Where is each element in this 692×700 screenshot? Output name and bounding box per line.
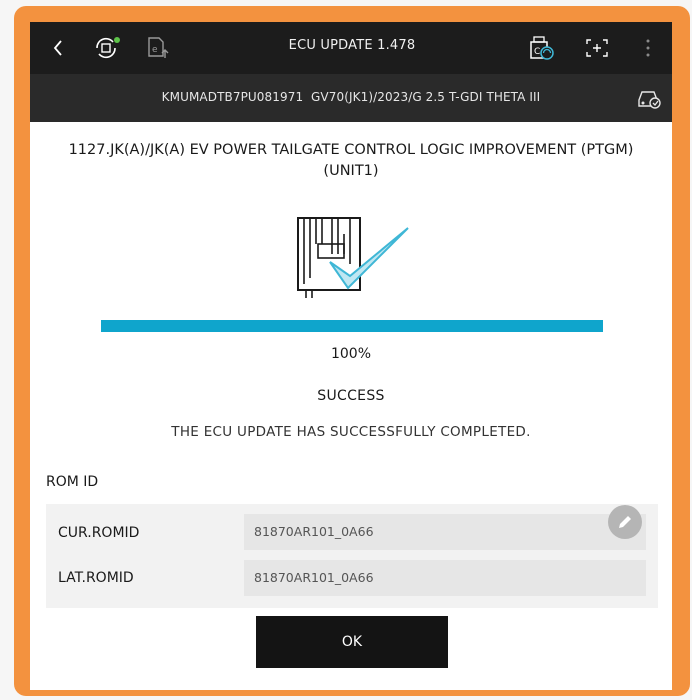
rom-id-heading: ROM ID bbox=[46, 474, 99, 490]
cur-romid-value: 81870AR101_0A66 bbox=[244, 514, 646, 550]
progress-fill bbox=[101, 320, 603, 332]
edit-icon[interactable] bbox=[608, 505, 642, 539]
ecu-update-title: 1127.JK(A)/JK(A) EV POWER TAILGATE CONTR… bbox=[68, 142, 634, 179]
vehicle-status-icon[interactable] bbox=[636, 86, 662, 114]
vci-connection-icon[interactable]: C bbox=[524, 36, 558, 60]
app-screen: e ECU UPDATE 1.478 C KMUMADTB7PU081971 G… bbox=[30, 22, 672, 690]
status-message: THE ECU UPDATE HAS SUCCESSFULLY COMPLETE… bbox=[171, 424, 531, 440]
vehicle-info-bar: KMUMADTB7PU081971 GV70(JK1)/2023/G 2.5 T… bbox=[30, 74, 672, 122]
rom-id-table: CUR.ROMID 81870AR101_0A66 LAT.ROMID 8187… bbox=[46, 504, 658, 608]
vehicle-info: KMUMADTB7PU081971 GV70(JK1)/2023/G 2.5 T… bbox=[161, 90, 541, 104]
lat-romid-label: LAT.ROMID bbox=[58, 570, 134, 586]
svg-text:C: C bbox=[534, 47, 540, 57]
progress-bar bbox=[101, 320, 603, 332]
back-icon[interactable] bbox=[50, 36, 66, 60]
svg-text:e: e bbox=[152, 45, 158, 55]
more-icon[interactable] bbox=[642, 36, 654, 60]
progress-percent: 100% bbox=[330, 346, 372, 362]
cur-romid-label: CUR.ROMID bbox=[58, 525, 140, 541]
ecu-scan-icon[interactable] bbox=[92, 36, 122, 60]
screenshot-icon[interactable] bbox=[584, 36, 610, 60]
document-upload-icon[interactable]: e bbox=[144, 36, 172, 60]
update-success-icon bbox=[292, 214, 412, 298]
ok-button[interactable]: OK bbox=[256, 616, 448, 668]
status-text: SUCCESS bbox=[317, 388, 385, 404]
page-title: ECU UPDATE 1.478 bbox=[288, 38, 416, 53]
top-bar: e ECU UPDATE 1.478 C bbox=[30, 22, 672, 74]
lat-romid-value: 81870AR101_0A66 bbox=[244, 560, 646, 596]
